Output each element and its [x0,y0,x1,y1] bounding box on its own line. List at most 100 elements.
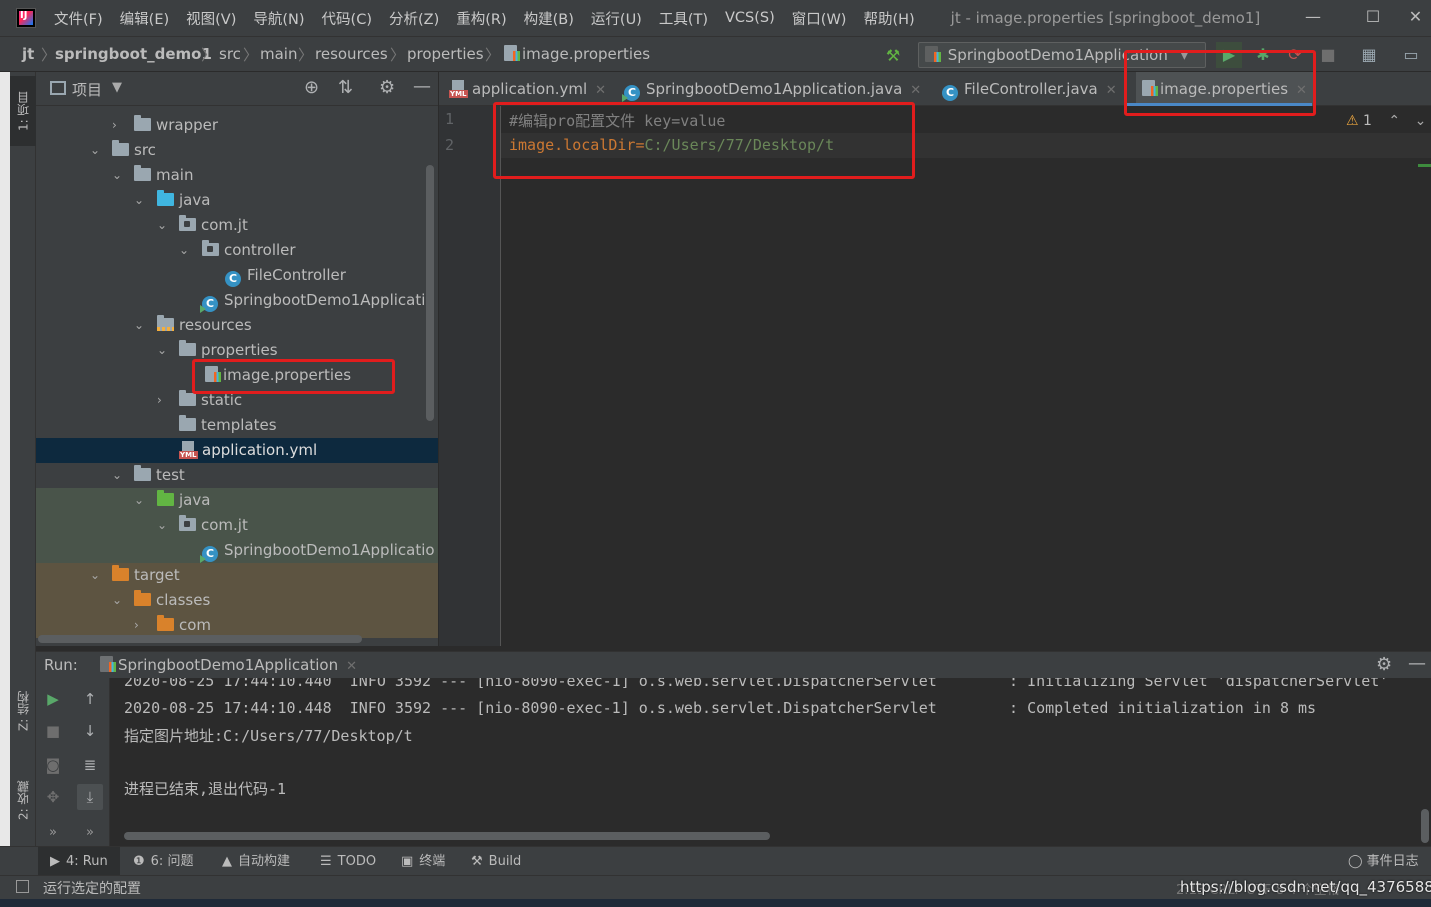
tree-item-classes[interactable]: ⌄ classes [36,588,438,613]
project-vertical-scrollbar[interactable] [426,165,434,421]
tree-item-java[interactable]: ⌄ java [36,188,438,213]
tool-tab-todo[interactable]: ☰ TODO [320,847,376,876]
minimize-button[interactable]: — [1290,0,1336,36]
chevron-down-icon[interactable]: ⌄ [112,588,124,613]
tree-item-wrapper[interactable]: › wrapper [36,113,438,138]
chevron-down-icon[interactable]: ⌄ [157,213,169,238]
project-tool-tab[interactable]: 1: 项目 [10,76,36,146]
structure-tool-tab[interactable]: Z: 结构 [10,680,36,742]
close-icon[interactable]: ✕ [346,659,357,674]
chevron-down-icon[interactable]: ⌄ [112,463,124,488]
stop-icon[interactable]: ■ [1315,42,1341,68]
breadcrumb-resources[interactable]: resources [315,45,388,63]
inspection-warning-indicator[interactable]: ⚠ 1 ⌃ ⌄ [1346,113,1426,129]
menu-analyze[interactable]: 分析(Z) [389,8,439,29]
chevron-down-icon[interactable]: ⌄ [157,513,169,538]
breadcrumb-project[interactable]: jt [22,45,34,63]
restore-layout-icon[interactable]: ✥ [40,784,66,810]
tree-item-test-com-jt[interactable]: ⌄ com.jt [36,513,438,538]
breadcrumb-file[interactable]: image.properties [504,45,650,63]
more-tools-icon[interactable]: » [77,820,103,846]
menu-build[interactable]: 构建(B) [524,8,574,29]
chevron-down-icon[interactable]: ⌄ [179,238,191,263]
menu-tools[interactable]: 工具(T) [659,8,708,29]
tree-item-test-java[interactable]: ⌄ java [36,488,438,513]
soft-wrap-icon[interactable]: ≣ [77,752,103,778]
tool-tab-run[interactable]: ▶ 4: Run [38,847,120,876]
favorites-tool-tab[interactable]: 2: 收藏 [10,764,36,836]
chevron-down-icon[interactable]: ⌄ [90,563,102,588]
tree-item-main[interactable]: ⌄ main [36,163,438,188]
next-highlight-icon[interactable]: ⌄ [1415,113,1427,129]
tree-item-target[interactable]: ⌄ target [36,563,438,588]
tree-item-resources[interactable]: ⌄ resources [36,313,438,338]
menu-navigate[interactable]: 导航(N) [253,8,304,29]
tree-item-filecontroller[interactable]: C FileController [36,263,438,288]
scroll-down-icon[interactable]: ↓ [77,718,103,744]
menu-run[interactable]: 运行(U) [591,8,642,29]
tree-item-templates[interactable]: templates [36,413,438,438]
chevron-down-icon[interactable]: ⌄ [112,163,124,188]
chevron-down-icon[interactable]: ⌄ [134,313,146,338]
menu-vcs[interactable]: VCS(S) [725,10,775,26]
chevron-down-icon[interactable]: ⌄ [157,338,169,363]
run-session-tab[interactable]: SpringbootDemo1Application ✕ [100,656,357,674]
camera-dump-icon[interactable]: ◙ [40,752,66,778]
tool-tab-terminal[interactable]: ▣ 终端 [401,847,445,876]
tool-tab-event-log[interactable]: ◯ 事件日志 [1348,847,1419,876]
tree-item-application-class[interactable]: C SpringbootDemo1Applicatio [36,288,438,313]
scroll-to-end-icon[interactable]: ⤓ [77,784,103,810]
console-vertical-scrollbar[interactable] [1421,809,1429,843]
tree-item-com-jt[interactable]: ⌄ com.jt [36,213,438,238]
menu-file[interactable]: 文件(F) [54,8,103,29]
close-icon[interactable]: ✕ [595,83,606,98]
tree-item-application-yml[interactable]: application.yml [36,438,438,463]
breadcrumb-properties[interactable]: properties [407,45,484,63]
tool-tab-build[interactable]: ⚒ Build [471,847,521,876]
locate-crosshair-icon[interactable]: ⊕ [304,77,319,98]
collapse-all-icon[interactable]: ⇅ [338,77,353,98]
breadcrumb-src[interactable]: src [219,45,241,63]
maximize-button[interactable]: ☐ [1350,0,1396,36]
stop-icon[interactable]: ■ [40,718,66,744]
previous-highlight-icon[interactable]: ⌃ [1388,113,1400,129]
breadcrumb-main[interactable]: main [260,45,297,63]
chevron-right-icon[interactable]: › [112,113,124,138]
code-editor[interactable] [439,106,1431,646]
tree-item-test[interactable]: ⌄ test [36,463,438,488]
close-icon[interactable]: ✕ [1106,83,1117,98]
scroll-up-icon[interactable]: ↑ [77,686,103,712]
tree-item-src[interactable]: ⌄ src [36,138,438,163]
menu-window[interactable]: 窗口(W) [792,8,847,29]
settings-gear-icon[interactable]: ⚙ [379,77,395,98]
tree-item-controller[interactable]: ⌄ controller [36,238,438,263]
more-tools-icon[interactable]: » [40,820,66,846]
tab-application-yml[interactable]: application.yml ✕ [449,72,606,106]
hide-panel-icon[interactable]: — [413,76,431,97]
breadcrumb-module[interactable]: springboot_demo1 [55,45,212,63]
rerun-play-icon[interactable]: ▶ [40,686,66,712]
menu-view[interactable]: 视图(V) [186,8,236,29]
project-structure-icon[interactable]: ▦ [1356,42,1382,68]
console-horizontal-scrollbar[interactable] [124,832,770,840]
menu-edit[interactable]: 编辑(E) [120,8,169,29]
project-horizontal-scrollbar[interactable] [38,635,362,643]
build-hammer-icon[interactable]: ⚒ [880,43,906,69]
project-panel-title[interactable]: 项目 [72,79,102,100]
chevron-down-icon[interactable]: ⌄ [90,138,102,163]
menu-help[interactable]: 帮助(H) [863,8,914,29]
tab-springbootdemo1application[interactable]: C SpringbootDemo1Application.java ✕ [622,72,921,106]
chevron-down-icon[interactable]: ⌄ [134,188,146,213]
menu-code[interactable]: 代码(C) [322,8,372,29]
close-window-button[interactable]: ✕ [1400,0,1431,36]
presentation-icon[interactable]: ▭ [1398,42,1424,68]
close-icon[interactable]: ✕ [910,83,921,98]
tool-tab-auto-build[interactable]: ▲ 自动构建 [222,847,290,876]
tool-tab-problems[interactable]: ❶ 6: 问题 [133,847,193,876]
tab-filecontroller[interactable]: C FileController.java ✕ [942,72,1117,106]
tree-item-test-application-class[interactable]: C SpringbootDemo1Applicatio [36,538,438,563]
chevron-right-icon[interactable]: › [157,388,169,413]
chevron-down-icon[interactable]: ▼ [112,80,122,95]
toggle-tool-windows-icon[interactable] [16,880,29,893]
hide-panel-icon[interactable]: — [1408,653,1426,674]
